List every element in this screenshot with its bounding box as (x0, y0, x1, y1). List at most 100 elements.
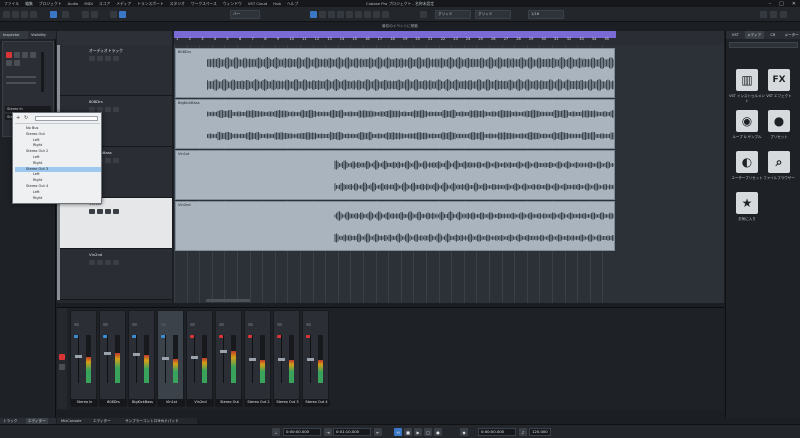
erase-tool-icon[interactable] (346, 11, 353, 18)
track-monitor-button[interactable] (113, 260, 119, 265)
channel-name[interactable]: BigKickBass (129, 399, 156, 406)
record-icon[interactable]: ● (434, 428, 442, 436)
volume-fader[interactable] (220, 349, 227, 353)
channel-name[interactable]: Vln1st (158, 399, 185, 406)
minimize-button[interactable]: – (769, 1, 772, 7)
mute-tool-icon[interactable] (364, 11, 371, 18)
routing-menu-item[interactable]: Left (33, 190, 40, 195)
menu-item-6[interactable]: メディア (116, 1, 131, 7)
menu-item-10[interactable]: ウィンドウ (223, 1, 242, 7)
media-tile[interactable]: ⌕ (768, 151, 790, 173)
media-tile[interactable]: ▥ (736, 69, 758, 91)
tab-vst[interactable]: VST (726, 31, 745, 39)
track-record-button[interactable] (105, 158, 111, 163)
solo-button[interactable] (30, 52, 36, 58)
volume-fader[interactable] (191, 356, 198, 360)
routing-menu-item[interactable]: Left (33, 172, 40, 177)
punch-in-icon[interactable]: ⇥ (324, 428, 332, 436)
tab-visibility[interactable]: Visibility (28, 31, 56, 39)
event-display[interactable]: 808Drs BigKickBass Vln1st Vln2nd (174, 45, 724, 303)
grid-type-dropdown[interactable]: グリッド (435, 10, 471, 19)
glue-tool-icon[interactable] (337, 11, 344, 18)
settings-icon[interactable] (760, 11, 767, 18)
horizontal-scrollbar[interactable] (206, 299, 250, 302)
audio-event[interactable]: Vln2nd (175, 201, 615, 251)
mixer-record-icon[interactable] (59, 354, 65, 360)
draw-tool-icon[interactable] (373, 11, 380, 18)
timeline-ruler[interactable]: 1 2 3 4 5 6 7 8 9 10 11 12 13 14 15 16 17 18 19 20 21 22 23 24 2… (174, 31, 724, 45)
track-row[interactable]: Vln2nd (57, 249, 172, 300)
track-solo-button[interactable] (97, 260, 103, 265)
volume-fader[interactable] (278, 357, 285, 361)
volume-fader[interactable] (307, 357, 314, 361)
channel-name[interactable]: Stereo In (71, 399, 98, 406)
track-mute-button[interactable] (89, 56, 95, 61)
mixer-monitor-icon[interactable] (59, 364, 65, 370)
channel-name[interactable]: Vln2nd (187, 399, 214, 406)
media-tile[interactable]: ● (768, 110, 790, 132)
marker-icon[interactable]: ◆ (460, 428, 468, 436)
audio-event[interactable]: 808Drs (175, 48, 615, 98)
routing-menu-item[interactable]: Stereo Out 2 (26, 149, 48, 154)
left-locator-display[interactable]: 0:00:00.000 (283, 428, 321, 436)
routing-menu-item[interactable]: Right (33, 143, 42, 148)
media-tile[interactable]: ◐ (736, 151, 758, 173)
tab-meter[interactable]: メーター (782, 31, 800, 39)
track-row[interactable]: オーディオトラック (57, 45, 172, 96)
routing-menu-item[interactable]: Left (33, 138, 40, 143)
menu-item-3[interactable]: Audio (68, 1, 79, 6)
play-icon[interactable]: ▶ (414, 428, 422, 436)
read-automation-button[interactable] (6, 60, 12, 66)
mute-all-icon[interactable] (82, 11, 89, 18)
channel-name[interactable]: Stereo Out (216, 399, 243, 406)
record-enable-button[interactable] (6, 52, 12, 58)
routing-menu-item[interactable]: Stereo Out 4 (26, 184, 48, 189)
refresh-icon[interactable]: ↻ (24, 115, 28, 121)
quantize-dropdown[interactable]: 1/16 (528, 10, 564, 19)
routing-menu-item[interactable]: Stereo Out (26, 132, 45, 137)
channel-name[interactable]: Stereo Out 2 (245, 399, 272, 406)
track-monitor-button[interactable] (113, 209, 119, 214)
mixer-channel-strip[interactable]: Vln2nd (186, 310, 214, 407)
punch-out-icon[interactable]: ⇤ (374, 428, 382, 436)
automation-mode-icon[interactable] (62, 11, 69, 18)
constrain-delay-icon[interactable] (50, 11, 57, 18)
track-mute-button[interactable] (89, 260, 95, 265)
right-locator-display[interactable]: 0:01:10.000 (333, 428, 371, 436)
maximize-button[interactable]: □ (779, 1, 784, 7)
menu-item-4[interactable]: MIDI (84, 1, 92, 6)
tempo-display[interactable]: 120.000 (529, 428, 551, 436)
menu-item-1[interactable]: 編集 (25, 1, 33, 7)
stop-icon[interactable]: ■ (404, 428, 412, 436)
monitor-button[interactable] (14, 52, 20, 58)
routing-menu-item[interactable]: Right (33, 161, 42, 166)
media-tile[interactable]: ★ (736, 192, 758, 214)
write-automation-button[interactable] (14, 60, 20, 66)
position-display[interactable]: 0:00:00.000 (478, 428, 516, 436)
track-monitor-button[interactable] (113, 158, 119, 163)
mixer-channel-strip[interactable]: BigKickBass (128, 310, 156, 407)
routing-menu-item[interactable]: Left (33, 155, 40, 160)
tempo-track-icon[interactable]: ♪ (519, 428, 527, 436)
zoom-tool-icon[interactable] (355, 11, 362, 18)
audio-event[interactable]: Vln1st (175, 150, 615, 200)
stop-button-icon[interactable]: □ (424, 428, 432, 436)
audio-event[interactable]: BigKickBass (175, 99, 615, 149)
track-mute-button[interactable] (89, 209, 95, 214)
solo-all-icon[interactable] (91, 11, 98, 18)
left-zone-icon[interactable] (12, 11, 19, 18)
track-row[interactable]: Vln1st (57, 198, 172, 249)
menu-item-12[interactable]: Hub (273, 1, 281, 6)
snap-type-dropdown[interactable]: バー (230, 10, 260, 19)
menu-item-8[interactable]: スタジオ (170, 1, 185, 7)
track-solo-button[interactable] (97, 56, 103, 61)
workspace-icon[interactable] (770, 11, 777, 18)
media-tile[interactable]: ◉ (736, 110, 758, 132)
volume-fader[interactable] (162, 357, 169, 360)
mixer-channel-strip[interactable]: Stereo Out (215, 310, 243, 407)
routing-menu-item[interactable]: Stereo Out 3 (15, 166, 101, 172)
lower-zone-icon[interactable] (21, 11, 28, 18)
media-search-input[interactable] (729, 42, 798, 48)
channel-name[interactable]: 808Drs (100, 399, 127, 406)
object-select-tool-icon[interactable] (310, 11, 317, 18)
